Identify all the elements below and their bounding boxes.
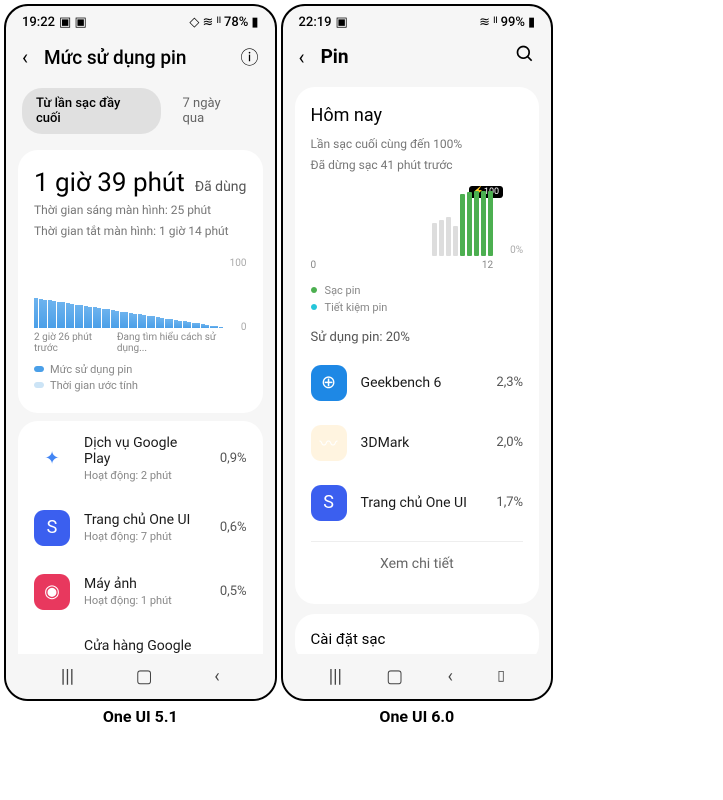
used-label: Đã dùng (195, 179, 247, 195)
status-time: 19:22 (22, 15, 55, 30)
status-time: 22:19 (299, 15, 332, 30)
tab-7-days[interactable]: 7 ngày qua (169, 88, 259, 134)
nav-home[interactable]: ▢ (136, 666, 153, 687)
app-row[interactable]: ◉ Máy ảnh Hoạt động: 1 phút 0,5% (18, 560, 263, 624)
nav-back[interactable]: ‹ (447, 666, 452, 687)
y-0: 0% (510, 245, 523, 256)
phone-right: 22:19 ▣ ≋ ᴵᴵ 99% ▮ ‹ Pin Hôm nay (281, 4, 554, 701)
back-button[interactable]: ‹ (299, 45, 305, 69)
app-pct: 0,5% (220, 584, 247, 599)
battery-icon: ▮ (528, 15, 535, 30)
nav-recents[interactable]: ||| (61, 666, 74, 687)
screen-off-text: Thời gian tắt màn hình: 1 giờ 14 phút (34, 223, 247, 240)
app-pct: 0,9% (220, 451, 247, 466)
tabs: Từ lần sạc đầy cuối 7 ngày qua (6, 80, 275, 142)
legend: Mức sử dụng pin Thời gian ước tính (34, 363, 247, 392)
app-row[interactable]: S Trang chủ One UI 1,7% (311, 473, 524, 533)
app-list: ⊕ Geekbench 6 2,3%〰 3DMark 2,0%S Trang c… (311, 353, 524, 533)
app-detail: Hoạt động: 1 phút (84, 594, 206, 607)
app-row[interactable]: 〰 3DMark 2,0% (311, 413, 524, 473)
nav-home[interactable]: ▢ (386, 666, 403, 687)
screen-on-text: Thời gian sáng màn hình: 25 phút (34, 202, 247, 219)
page-title: Pin (321, 45, 500, 68)
caption-right: One UI 6.0 (281, 707, 554, 726)
app-pct: 2,0% (496, 435, 523, 450)
app-icon: ◉ (34, 574, 70, 610)
app-icon: ✦ (34, 440, 70, 476)
usage-header: Sử dụng pin: 20% (311, 330, 524, 345)
usage-card: 1 giờ 39 phút Đã dùng Thời gian sáng màn… (18, 150, 263, 413)
caption-left: One UI 5.1 (4, 707, 277, 726)
status-bar: 19:22 ▣ ▣ ◇ ≋ ᴵᴵ 78% ▮ (6, 6, 275, 34)
app-name: Trang chủ One UI (84, 512, 206, 528)
notification-icon: ▣ (336, 15, 348, 30)
x-0: 0 (311, 260, 317, 271)
header: ‹ Pin (283, 34, 552, 79)
legend-usage: Mức sử dụng pin (50, 363, 132, 376)
tab-since-charge[interactable]: Từ lần sạc đầy cuối (22, 88, 161, 134)
phone-left: 19:22 ▣ ▣ ◇ ≋ ᴵᴵ 78% ▮ ‹ Mức sử dụng pin… (4, 4, 277, 701)
charge-info-2: Đã dừng sạc 41 phút trước (311, 157, 524, 174)
app-row[interactable]: ✦ Dịch vụ Google Play Hoạt động: 2 phút 0… (18, 421, 263, 496)
wifi-icon: ◇ ≋ ᴵᴵ (189, 14, 221, 30)
battery-pct: 78% (224, 15, 248, 30)
duration-value: 1 giờ 39 phút (34, 168, 185, 198)
legend: Sạc pin Tiết kiệm pin (311, 284, 524, 314)
x-start: 2 giờ 26 phút trước (34, 332, 117, 354)
status-bar: 22:19 ▣ ≋ ᴵᴵ 99% ▮ (283, 6, 552, 34)
app-detail: Hoạt động: 2 phút (84, 469, 206, 482)
header: ‹ Mức sử dụng pin ⓘ (6, 34, 275, 80)
back-button[interactable]: ‹ (22, 45, 28, 69)
charge-info-1: Lần sạc cuối cùng đến 100% (311, 136, 524, 153)
page-title: Mức sử dụng pin (44, 46, 225, 69)
nav-extra[interactable]: ▯ (497, 668, 505, 684)
x-12: 12 (482, 260, 493, 271)
nav-bar: ||| ▢ ‹ ▯ (283, 654, 552, 699)
info-icon[interactable]: ⓘ (241, 44, 259, 70)
legend-charge: Sạc pin (325, 284, 361, 297)
legend-saver: Tiết kiệm pin (325, 301, 388, 314)
app-row[interactable]: S Trang chủ One UI Hoạt động: 7 phút 0,6% (18, 496, 263, 560)
battery-icon: ▮ (251, 15, 258, 30)
app-row[interactable]: ⊕ Geekbench 6 2,3% (311, 353, 524, 413)
app-detail: Hoạt động: 7 phút (84, 530, 206, 543)
notification-icon: ▣ ▣ (59, 15, 87, 30)
app-name: Dịch vụ Google Play (84, 435, 206, 467)
nav-bar: ||| ▢ ‹ (6, 654, 275, 699)
app-pct: 2,3% (496, 375, 523, 390)
search-icon[interactable] (515, 44, 535, 69)
app-name: 3DMark (361, 435, 483, 451)
app-pct: 1,7% (496, 495, 523, 510)
app-icon: 〰 (311, 425, 347, 461)
today-title: Hôm nay (311, 105, 524, 126)
today-card: Hôm nay Lần sạc cuối cùng đến 100% Đã dừ… (295, 87, 540, 604)
app-icon: S (311, 485, 347, 521)
app-name: Geekbench 6 (361, 375, 483, 391)
wifi-icon: ≋ ᴵᴵ (479, 14, 497, 30)
nav-back[interactable]: ‹ (214, 666, 219, 687)
legend-estimate: Thời gian ước tính (50, 379, 138, 392)
battery-pct: 99% (501, 15, 525, 30)
app-icon: S (34, 510, 70, 546)
app-icon: ⊕ (311, 365, 347, 401)
view-detail-button[interactable]: Xem chi tiết (311, 541, 524, 586)
nav-recents[interactable]: ||| (329, 666, 342, 687)
battery-chart[interactable]: 100 0 2 giờ 26 phút trước Đang tìm hiểu … (34, 258, 247, 353)
app-name: Trang chủ One UI (361, 495, 483, 511)
y-axis-0: 0 (241, 322, 247, 333)
x-end: Đang tìm hiểu cách sử dụng... (117, 332, 247, 354)
battery-chart[interactable]: ⚡100 0% 0 12 (311, 186, 524, 276)
app-name: Máy ảnh (84, 576, 206, 592)
app-pct: 0,6% (220, 520, 247, 535)
